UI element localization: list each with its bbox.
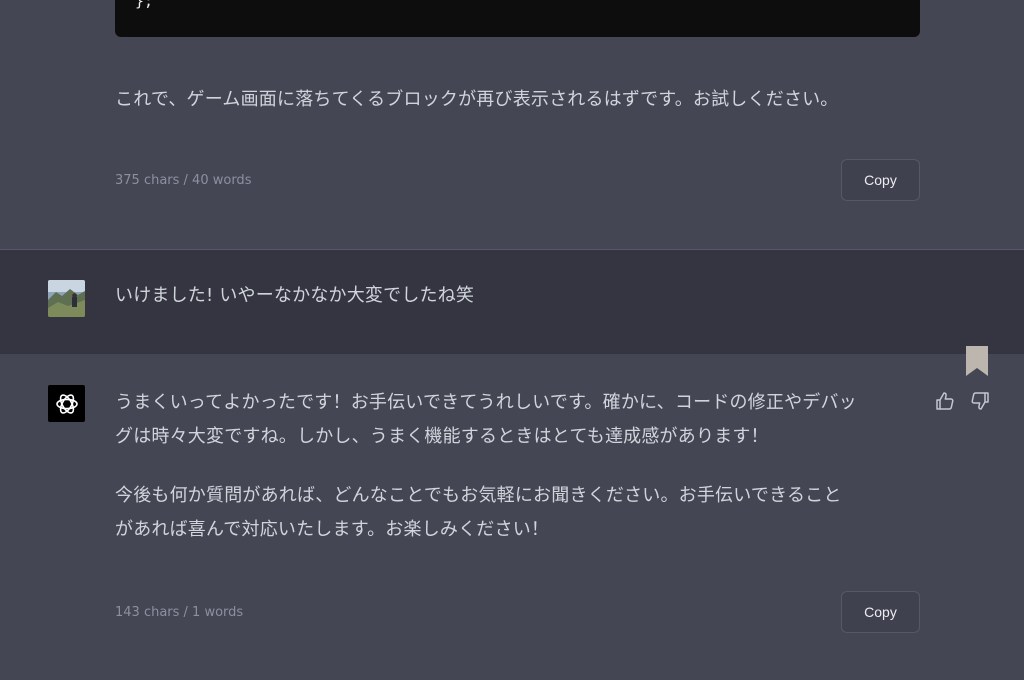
assistant-message-line: うまくいってよかったです！お手伝いできてうれしいです。確かに、コードの修正やデバ… [115,392,857,413]
chat-page: }; これで、ゲーム画面に落ちてくるブロックが再び表示されるはずです。お試しくだ… [0,0,1024,680]
assistant-message-line: 今後も何か質問があれば、どんなことでもお気軽にお聞きください。お手伝いできること [115,485,842,506]
assistant-message-block: うまくいってよかったです！お手伝いできてうれしいです。確かに、コードの修正やデバ… [0,354,1024,680]
char-count: 375 chars / 40 words [115,173,252,188]
user-message-block: いけました! いやーなかなか大変でしたね笑 [0,249,1024,355]
user-avatar-image [48,280,85,317]
user-message-text: いけました! いやーなかなか大変でしたね笑 [115,285,475,306]
code-last-line: }; [135,0,154,10]
thumbs-up-button[interactable] [934,390,956,412]
bookmark-button[interactable] [965,346,989,376]
assistant-avatar [48,385,85,422]
thumbs-up-icon [936,392,954,410]
thumbs-down-icon [971,392,989,410]
assistant-message-line: グは時々大変ですね。しかし、うまく機能するときはとても達成感があります！ [115,426,769,447]
thumbs-down-button[interactable] [969,390,991,412]
char-count: 143 chars / 1 words [115,605,244,620]
code-block [115,0,920,37]
openai-logo-icon [55,393,78,414]
user-avatar [48,280,85,317]
copy-button[interactable]: Copy [841,159,920,201]
bookmark-icon [966,346,988,376]
assistant-message-line: があれば喜んで対応いたします。お楽しみください！ [115,519,550,540]
assistant-message-text: これで、ゲーム画面に落ちてくるブロックが再び表示されるはずです。お試しください。 [115,89,839,110]
copy-button[interactable]: Copy [841,591,920,633]
assistant-message-block: }; これで、ゲーム画面に落ちてくるブロックが再び表示されるはずです。お試しくだ… [0,0,1024,250]
